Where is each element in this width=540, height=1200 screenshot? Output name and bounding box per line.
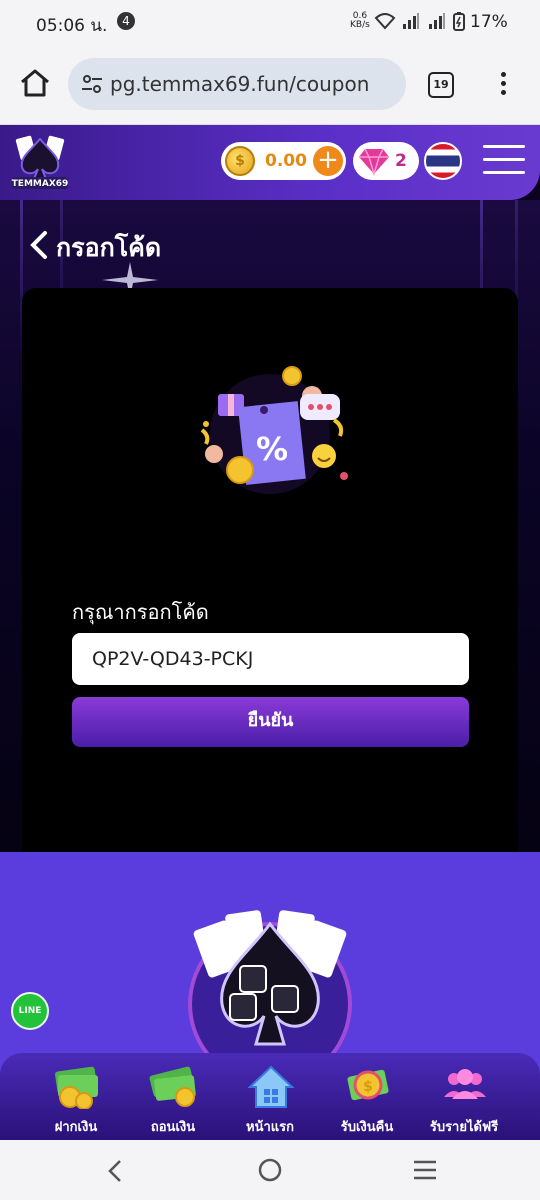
site-header: TEMMAX69 $ 0.00 + 2 bbox=[0, 125, 540, 200]
signal-icon-2 bbox=[429, 13, 445, 29]
chevron-left-icon bbox=[30, 231, 47, 259]
svg-text:%: % bbox=[256, 430, 288, 468]
code-input[interactable] bbox=[72, 633, 469, 685]
status-time: 05:06 น. bbox=[36, 16, 108, 36]
nav-cashback[interactable]: $ รับเงินคืน bbox=[319, 1053, 415, 1140]
svg-text:$: $ bbox=[363, 1079, 373, 1095]
notification-badge: 4 bbox=[117, 12, 135, 30]
home-icon bbox=[247, 1065, 295, 1108]
hamburger-menu-icon[interactable] bbox=[483, 145, 525, 177]
signal-icon bbox=[403, 13, 419, 29]
page-background: กรอกโค้ด % กรุณากรอกโค้ด ยืนยัน bbox=[0, 200, 540, 852]
recents-nav-icon[interactable] bbox=[412, 1159, 438, 1181]
nav-deposit-label: ฝากเงิน bbox=[54, 1120, 98, 1135]
gem-count: 2 bbox=[395, 151, 407, 171]
home-nav-icon[interactable] bbox=[257, 1157, 283, 1183]
gem-pill[interactable]: 2 bbox=[353, 142, 419, 180]
site-logo[interactable]: TEMMAX69 bbox=[8, 133, 72, 193]
url-bar[interactable]: pg.temmax69.fun/coupon bbox=[68, 58, 406, 110]
cash-withdraw-icon bbox=[149, 1066, 196, 1107]
coupon-card: % กรุณากรอกโค้ด ยืนยัน bbox=[22, 288, 518, 852]
battery-level: 17% bbox=[470, 12, 508, 32]
confirm-button[interactable]: ยืนยัน bbox=[72, 697, 469, 747]
svg-text:TEMMAX69: TEMMAX69 bbox=[12, 179, 69, 189]
cash-deposit-icon bbox=[55, 1066, 98, 1109]
language-flag-icon[interactable] bbox=[424, 142, 462, 180]
line-chat-button[interactable]: LINE bbox=[11, 992, 49, 1030]
status-bar: 05:06 น. 4 0.6 KB/s 17% bbox=[0, 0, 540, 44]
people-icon bbox=[444, 1069, 486, 1099]
coin-balance-pill[interactable]: $ 0.00 + bbox=[221, 142, 346, 180]
footer-logo bbox=[188, 910, 352, 1054]
battery-icon bbox=[453, 12, 465, 31]
nav-cashback-label: รับเงินคืน bbox=[340, 1120, 394, 1135]
coin-balance: 0.00 bbox=[265, 151, 307, 171]
bottom-nav: ฝากเงิน ถอนเงิน หน้าแรก $ รับเงินคืน รับ… bbox=[0, 1053, 540, 1140]
coin-icon: $ bbox=[225, 146, 255, 176]
url-text: pg.temmax69.fun/coupon bbox=[110, 72, 370, 96]
nav-withdraw-label: ถอนเงิน bbox=[150, 1120, 196, 1135]
coupon-illustration: % bbox=[200, 366, 348, 494]
wifi-icon bbox=[374, 13, 396, 30]
page-title: กรอกโค้ด bbox=[56, 233, 162, 262]
tab-switcher-button[interactable]: 19 bbox=[428, 72, 454, 98]
gem-icon bbox=[359, 148, 389, 176]
nav-home[interactable]: หน้าแรก bbox=[222, 1053, 318, 1140]
add-coin-button[interactable]: + bbox=[313, 146, 343, 176]
code-label: กรุณากรอกโค้ด bbox=[72, 600, 209, 624]
system-nav-bar bbox=[0, 1140, 540, 1200]
cashback-icon: $ bbox=[347, 1069, 389, 1101]
net-speed: 0.6 KB/s bbox=[350, 11, 370, 30]
more-menu-icon[interactable] bbox=[498, 70, 508, 100]
browser-toolbar: pg.temmax69.fun/coupon 19 bbox=[0, 44, 540, 125]
nav-home-label: หน้าแรก bbox=[246, 1120, 294, 1135]
home-icon[interactable] bbox=[18, 66, 52, 100]
nav-free-income-label: รับรายได้ฟรี bbox=[429, 1120, 499, 1135]
back-nav-icon[interactable] bbox=[104, 1158, 126, 1184]
site-settings-icon[interactable] bbox=[80, 72, 104, 96]
nav-deposit[interactable]: ฝากเงิน bbox=[28, 1053, 124, 1140]
nav-withdraw[interactable]: ถอนเงิน bbox=[125, 1053, 221, 1140]
nav-free-income[interactable]: รับรายได้ฟรี bbox=[416, 1053, 512, 1140]
